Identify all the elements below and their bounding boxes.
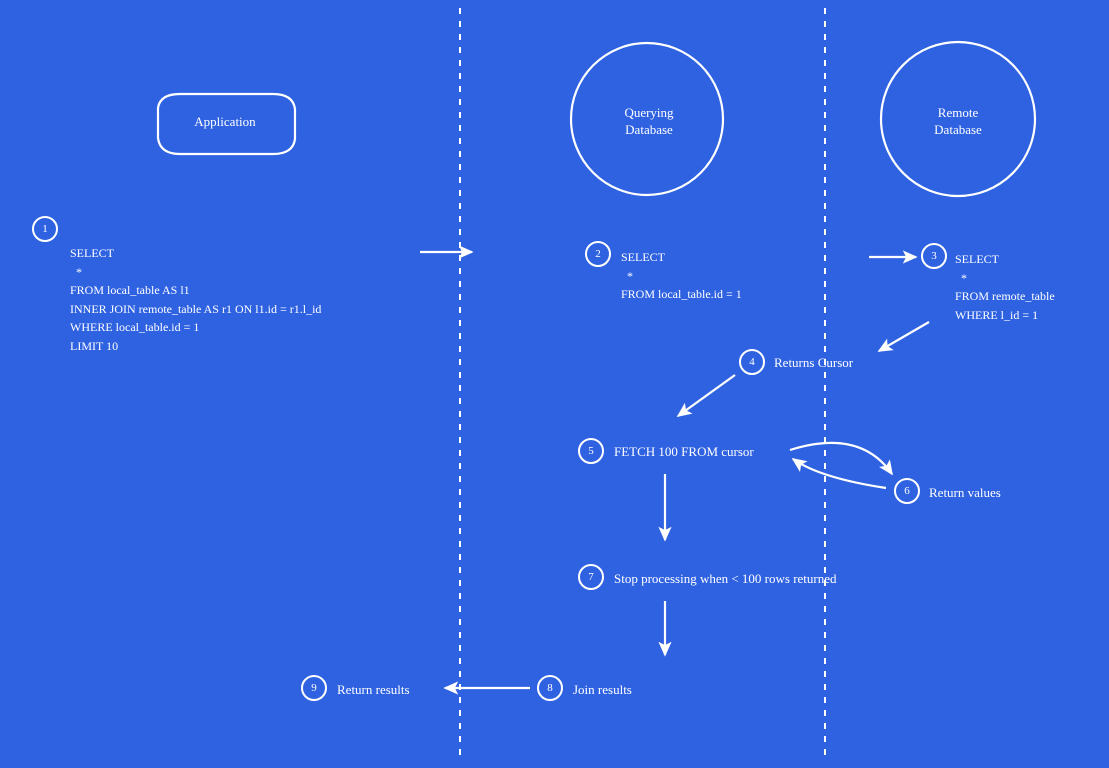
step-6-label: Return values [929,484,1001,502]
svg-text:2: 2 [595,248,601,260]
step-4-label: Returns Cursor [774,354,853,372]
step-2-badge: 2 [586,242,610,266]
step-3-badge: 3 [922,244,946,268]
svg-text:3: 3 [931,250,937,262]
step-7-label: Stop processing when < 100 rows returned [614,570,837,588]
step-5-badge: 5 [579,439,603,463]
arrow-6-back-to-5 [793,459,886,488]
arrow-4-to-5 [678,375,735,416]
step-4-badge: 4 [740,350,764,374]
step-7-badge: 7 [579,565,603,589]
svg-text:4: 4 [749,356,755,368]
step-6-badge: 6 [895,479,919,503]
remote-db-label: Remote Database [920,105,996,139]
step-9-label: Return results [337,681,410,699]
svg-text:9: 9 [311,682,317,694]
svg-text:8: 8 [547,682,553,694]
svg-text:7: 7 [588,571,594,583]
step-3-code: SELECT * FROM remote_table WHERE l_id = … [955,250,1055,324]
step-9-badge: 9 [302,676,326,700]
arrow-5-to-6 [790,443,892,474]
svg-text:1: 1 [42,223,48,235]
step-2-code: SELECT * FROM local_table.id = 1 [621,248,742,304]
svg-text:6: 6 [904,485,910,497]
step-1-code: SELECT * FROM local_table AS l1 INNER JO… [70,244,321,356]
step-8-badge: 8 [538,676,562,700]
application-label: Application [190,114,260,131]
step-1-badge: 1 [33,217,57,241]
querying-db-label: Querying Database [612,105,686,139]
arrow-3-to-4 [879,322,929,351]
step-8-label: Join results [573,681,632,699]
svg-text:5: 5 [588,445,594,457]
step-5-label: FETCH 100 FROM cursor [614,443,754,461]
